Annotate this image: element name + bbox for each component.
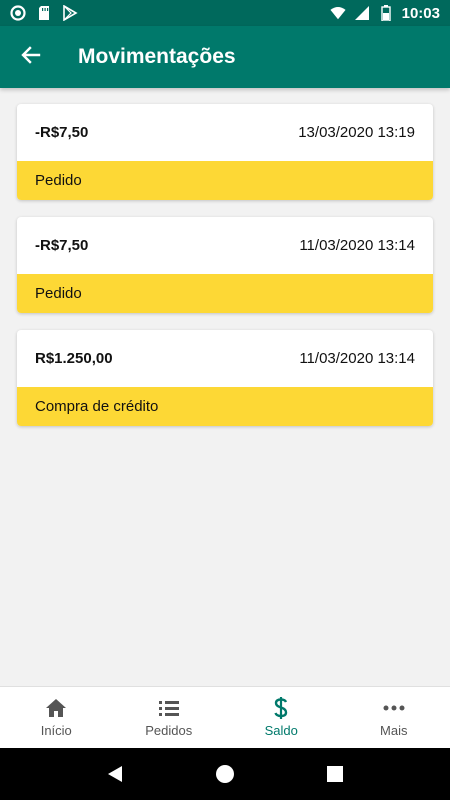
status-time: 10:03 <box>401 4 440 22</box>
back-button[interactable] <box>0 26 62 88</box>
triangle-back-icon <box>108 766 122 782</box>
transaction-amount: -R$7,50 <box>35 124 89 141</box>
wifi-icon <box>330 5 346 21</box>
transaction-header: -R$7,50 11/03/2020 13:14 <box>17 217 433 274</box>
transaction-header: -R$7,50 13/03/2020 13:19 <box>17 104 433 161</box>
transaction-date: 11/03/2020 13:14 <box>299 350 415 367</box>
square-recents-icon <box>327 766 343 782</box>
nav-label: Início <box>40 723 72 738</box>
transactions-list: -R$7,50 13/03/2020 13:19 Pedido -R$7,50 … <box>17 104 433 443</box>
transaction-description: Pedido <box>17 274 433 313</box>
transaction-card[interactable]: R$1.250,00 11/03/2020 13:14 Compra de cr… <box>17 330 433 426</box>
circle-home-icon <box>216 765 234 783</box>
more-icon <box>382 697 406 719</box>
status-bar: 10:03 <box>0 0 450 26</box>
nav-item-saldo[interactable]: Saldo <box>225 687 338 748</box>
page-title: Movimentações <box>78 45 236 68</box>
transaction-description: Compra de crédito <box>17 387 433 426</box>
battery-icon <box>378 5 394 21</box>
app-bar: Movimentações <box>0 26 450 88</box>
home-icon <box>44 697 68 719</box>
system-home-button[interactable] <box>205 754 245 794</box>
signal-icon <box>354 5 370 21</box>
nav-item-inicio[interactable]: Início <box>0 687 113 748</box>
system-recents-button[interactable] <box>315 754 355 794</box>
nav-item-pedidos[interactable]: Pedidos <box>113 687 226 748</box>
transaction-header: R$1.250,00 11/03/2020 13:14 <box>17 330 433 387</box>
nav-label: Pedidos <box>145 723 193 738</box>
status-left-icons <box>10 5 78 21</box>
dollar-icon <box>269 697 293 719</box>
status-right-icons: 10:03 <box>330 5 440 22</box>
system-navigation-bar <box>0 748 450 800</box>
transaction-card[interactable]: -R$7,50 11/03/2020 13:14 Pedido <box>17 217 433 313</box>
play-store-icon <box>62 5 78 21</box>
transaction-amount: -R$7,50 <box>35 237 89 254</box>
nav-label: Saldo <box>264 723 298 738</box>
record-icon <box>10 5 26 21</box>
nav-label: Mais <box>380 723 408 738</box>
transaction-date: 11/03/2020 13:14 <box>299 237 415 254</box>
system-back-button[interactable] <box>95 754 135 794</box>
transaction-card[interactable]: -R$7,50 13/03/2020 13:19 Pedido <box>17 104 433 200</box>
list-icon <box>157 697 181 719</box>
arrow-back-icon <box>21 45 41 70</box>
transaction-description: Pedido <box>17 161 433 200</box>
nav-item-mais[interactable]: Mais <box>338 687 450 748</box>
transaction-date: 13/03/2020 13:19 <box>298 124 415 141</box>
transaction-amount: R$1.250,00 <box>35 350 113 367</box>
bottom-navigation: Início Pedidos Saldo Mais <box>0 686 450 748</box>
sd-card-icon <box>36 5 52 21</box>
